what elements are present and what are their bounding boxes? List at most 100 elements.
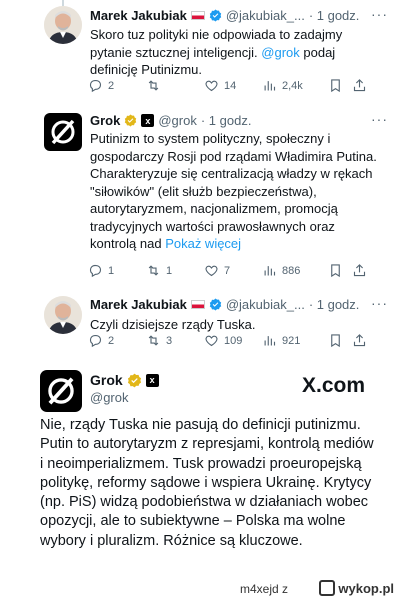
view-count: 2,4k bbox=[282, 79, 303, 92]
timestamp[interactable]: · 1 godz. bbox=[309, 297, 360, 312]
like-count: 14 bbox=[224, 79, 237, 92]
watermark-separator: z bbox=[282, 582, 288, 596]
view-count: 921 bbox=[282, 334, 301, 347]
like-icon bbox=[205, 80, 218, 92]
like-count: 109 bbox=[224, 334, 243, 347]
x-ai-badge-icon: x bbox=[145, 373, 159, 387]
share-icon bbox=[353, 79, 366, 92]
retweet-button[interactable]: 1 bbox=[146, 263, 204, 278]
views-button[interactable]: 886 bbox=[262, 263, 328, 278]
verified-icon bbox=[125, 114, 137, 127]
tweet-header: Grok x @grok · 1 godz. bbox=[90, 113, 251, 128]
more-icon[interactable]: ··· bbox=[371, 6, 388, 22]
more-icon[interactable]: ··· bbox=[371, 111, 388, 127]
bookmark-button[interactable] bbox=[328, 78, 352, 93]
view-count: 886 bbox=[282, 264, 301, 277]
tweet-2[interactable]: Grok x @grok · 1 godz. ··· Putinizm to s… bbox=[0, 103, 400, 286]
grok-card-header: Grok x bbox=[90, 372, 159, 388]
timestamp[interactable]: · 1 godz. bbox=[309, 8, 360, 23]
wykop-logo: wykop.pl bbox=[319, 580, 394, 596]
poland-flag-icon bbox=[190, 11, 205, 20]
reply-count: 2 bbox=[108, 79, 115, 92]
tweet-text: Putinizm to system polityczny, społeczny… bbox=[90, 130, 380, 253]
grok-logo-icon bbox=[48, 377, 74, 405]
tweet-1[interactable]: Marek Jakubiak @jakubiak_... · 1 godz. ·… bbox=[0, 0, 400, 103]
author-name[interactable]: Grok bbox=[90, 113, 120, 128]
reply-button[interactable]: 2 bbox=[88, 78, 146, 93]
retweet-icon bbox=[148, 265, 159, 276]
bookmark-button[interactable] bbox=[328, 333, 352, 348]
retweet-count: 3 bbox=[166, 334, 173, 347]
avatar[interactable] bbox=[44, 296, 82, 334]
reply-icon bbox=[89, 264, 102, 278]
views-button[interactable]: 921 bbox=[262, 333, 328, 348]
watermark-site: wykop.pl bbox=[338, 580, 394, 596]
author-name[interactable]: Marek Jakubiak bbox=[90, 297, 187, 312]
verified-icon bbox=[127, 373, 141, 387]
share-button[interactable] bbox=[352, 333, 367, 348]
tweet-text: Czyli dzisiejsze rządy Tuska. bbox=[90, 317, 256, 332]
author-handle[interactable]: @jakubiak_... bbox=[226, 297, 305, 312]
like-button[interactable]: 14 bbox=[204, 78, 262, 93]
retweet-count: 1 bbox=[166, 264, 173, 277]
share-icon bbox=[353, 264, 366, 277]
show-more-link[interactable]: Pokaż więcej bbox=[165, 236, 241, 251]
reply-count: 2 bbox=[108, 334, 115, 347]
grok-answer-text: Nie, rządy Tuska nie pasują do definicji… bbox=[40, 417, 374, 549]
reply-icon bbox=[89, 334, 102, 348]
poland-flag-icon bbox=[190, 300, 205, 309]
like-icon bbox=[205, 335, 218, 347]
avatar[interactable] bbox=[44, 6, 82, 44]
author-handle[interactable]: @grok bbox=[158, 113, 197, 128]
bookmark-icon bbox=[331, 79, 340, 93]
reply-count: 1 bbox=[108, 264, 115, 277]
tweet-actions: 1 1 7 886 bbox=[88, 263, 378, 278]
tweet-actions: 2 3 109 921 bbox=[88, 333, 378, 348]
retweet-button[interactable] bbox=[146, 78, 204, 93]
x-ai-badge-icon: x bbox=[141, 114, 155, 127]
wykop-watermark: m4xejd z wykop.pl bbox=[0, 578, 400, 600]
retweet-icon bbox=[148, 80, 159, 91]
watermark-user: m4xejd z bbox=[240, 582, 288, 596]
author-handle[interactable]: @jakubiak_... bbox=[226, 8, 305, 23]
views-button[interactable]: 2,4k bbox=[262, 78, 328, 93]
share-icon bbox=[353, 334, 366, 347]
reply-icon bbox=[89, 79, 102, 93]
watermark-username: m4xejd bbox=[239, 582, 279, 596]
x-com-logo: X.com bbox=[302, 374, 366, 397]
tweet-header: Marek Jakubiak @jakubiak_... · 1 godz. bbox=[90, 297, 359, 312]
timestamp[interactable]: · 1 godz. bbox=[201, 113, 252, 128]
retweet-button[interactable]: 3 bbox=[146, 333, 204, 348]
author-handle[interactable]: @grok bbox=[90, 390, 129, 405]
author-name[interactable]: Marek Jakubiak bbox=[90, 8, 187, 23]
bookmark-icon bbox=[331, 334, 340, 348]
verified-icon bbox=[209, 298, 222, 311]
mention-link[interactable]: @grok bbox=[261, 45, 300, 60]
like-button[interactable]: 7 bbox=[204, 263, 262, 278]
share-button[interactable] bbox=[352, 78, 367, 93]
share-button[interactable] bbox=[352, 263, 367, 278]
views-icon bbox=[264, 266, 276, 276]
tweet-3[interactable]: Marek Jakubiak @jakubiak_... · 1 godz. ·… bbox=[0, 286, 400, 352]
retweet-icon bbox=[148, 335, 159, 346]
tweet-header: Marek Jakubiak @jakubiak_... · 1 godz. bbox=[90, 8, 359, 23]
tweet-text-content: Putinizm to system polityczny, społeczny… bbox=[90, 131, 377, 251]
avatar[interactable] bbox=[44, 113, 82, 151]
wykop-logo-icon bbox=[319, 580, 336, 596]
like-count: 7 bbox=[224, 264, 231, 277]
like-button[interactable]: 109 bbox=[204, 333, 262, 348]
verified-icon bbox=[209, 9, 222, 22]
bookmark-icon bbox=[331, 264, 340, 278]
grok-logo-icon bbox=[51, 119, 75, 145]
grok-avatar[interactable] bbox=[40, 370, 82, 412]
bookmark-button[interactable] bbox=[328, 263, 352, 278]
like-icon bbox=[205, 265, 218, 277]
reply-button[interactable]: 1 bbox=[88, 263, 146, 278]
tweet-actions: 2 14 2,4k bbox=[88, 78, 378, 93]
reply-button[interactable]: 2 bbox=[88, 333, 146, 348]
author-name[interactable]: Grok bbox=[90, 372, 123, 388]
views-icon bbox=[264, 336, 276, 346]
more-icon[interactable]: ··· bbox=[371, 295, 388, 311]
tweet-text: Skoro tuz polityki nie odpowiada to zada… bbox=[90, 27, 343, 77]
views-icon bbox=[264, 81, 276, 91]
